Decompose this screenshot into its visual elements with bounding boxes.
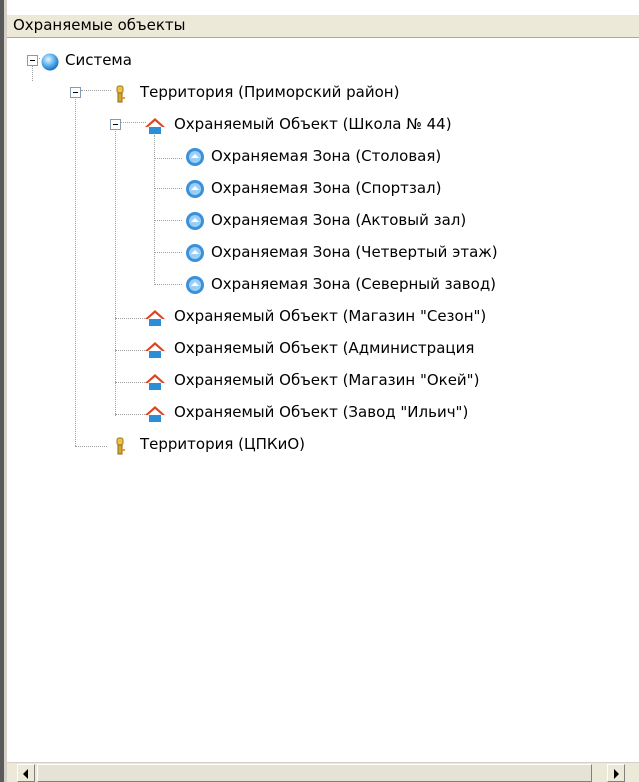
- tree-node-label: Территория (ЦПКиО): [140, 435, 305, 453]
- tree-node-territory[interactable]: Территория (ЦПКиО): [7, 429, 407, 459]
- house-icon: [144, 403, 165, 422]
- zone-icon: [185, 275, 204, 294]
- tree-node-system[interactable]: Система: [7, 45, 307, 75]
- tree-node-label: Охраняемый Объект (Магазин "Сезон"): [174, 307, 487, 325]
- zone-icon: [185, 179, 204, 198]
- zone-icon: [185, 211, 204, 230]
- scroll-thumb[interactable]: [37, 764, 592, 782]
- tree-node-label: Охраняемый Объект (Завод "Ильич"): [174, 403, 469, 421]
- panel-header: Охраняемые объекты: [7, 14, 639, 38]
- tree-node-object[interactable]: Охраняемый Объект (Завод "Ильич"): [7, 397, 607, 427]
- tree-node-label: Охраняемый Объект (Школа № 44): [174, 115, 452, 133]
- tree-node-label: Охраняемая Зона (Четвертый этаж): [211, 243, 498, 261]
- house-icon: [144, 115, 165, 134]
- tree-node-label: Территория (Приморский район): [140, 83, 400, 101]
- scroll-right-button[interactable]: [607, 764, 625, 782]
- globe-icon: [41, 51, 59, 71]
- arrow-right-icon: [614, 769, 619, 779]
- arrow-left-icon: [23, 769, 28, 779]
- horizontal-scrollbar[interactable]: [7, 762, 639, 782]
- tree-node-object[interactable]: Охраняемый Объект (Школа № 44): [7, 109, 567, 139]
- collapse-toggle[interactable]: [27, 55, 38, 66]
- collapse-toggle[interactable]: [110, 119, 121, 130]
- protected-objects-panel: Охраняемые объекты Система Территория (П…: [7, 0, 639, 782]
- house-icon: [144, 371, 165, 390]
- house-icon: [144, 339, 165, 358]
- tree-node-label: Охраняемая Зона (Спортзал): [211, 179, 442, 197]
- tree-node-zone[interactable]: Охраняемая Зона (Спортзал): [7, 173, 567, 203]
- tree-node-object[interactable]: Охраняемый Объект (Администрация: [7, 333, 607, 363]
- tree-node-label: Охраняемая Зона (Северный завод): [211, 275, 497, 293]
- tree-node-zone[interactable]: Охраняемая Зона (Северный завод): [7, 269, 607, 299]
- panel-title: Охраняемые объекты: [13, 16, 186, 34]
- tree-node-label: Охраняемая Зона (Столовая): [211, 147, 442, 165]
- collapse-toggle[interactable]: [70, 87, 81, 98]
- tree-node-territory[interactable]: Территория (Приморский район): [7, 77, 487, 107]
- tree-node-object[interactable]: Охраняемый Объект (Магазин "Окей"): [7, 365, 607, 395]
- tree-node-zone[interactable]: Охраняемая Зона (Четвертый этаж): [7, 237, 607, 267]
- zone-icon: [185, 243, 204, 262]
- tree-node-label: Охраняемый Объект (Администрация: [174, 339, 475, 357]
- tree-node-object[interactable]: Охраняемый Объект (Магазин "Сезон"): [7, 301, 607, 331]
- scroll-left-button[interactable]: [17, 764, 35, 782]
- tree-view[interactable]: Система Территория (Приморский район) Ох…: [7, 38, 639, 743]
- house-icon: [144, 307, 165, 326]
- tree-node-zone[interactable]: Охраняемая Зона (Столовая): [7, 141, 567, 171]
- zone-icon: [185, 147, 204, 166]
- tree-node-label: Охраняемый Объект (Магазин "Окей"): [174, 371, 480, 389]
- tree-node-zone[interactable]: Охраняемая Зона (Актовый зал): [7, 205, 567, 235]
- tree-node-label: Охраняемая Зона (Актовый зал): [211, 211, 467, 229]
- key-icon: [113, 435, 131, 455]
- tree-node-label: Система: [65, 51, 132, 69]
- key-icon: [113, 83, 131, 103]
